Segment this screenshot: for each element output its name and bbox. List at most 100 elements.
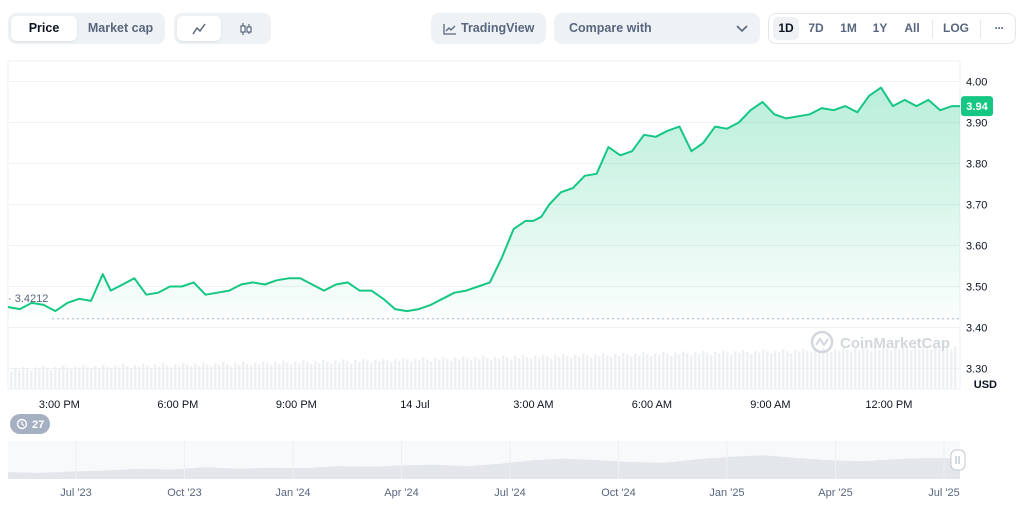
volume-bar xyxy=(302,360,305,389)
volume-bar xyxy=(618,355,621,389)
volume-bar xyxy=(338,362,341,389)
volume-bar xyxy=(734,351,737,389)
volume-bar xyxy=(354,360,357,389)
volume-bar xyxy=(698,354,701,389)
current-price-badge: 3.94 xyxy=(961,96,993,117)
volume-bar xyxy=(730,354,733,389)
volume-bar xyxy=(794,349,797,389)
y-axis: 4.00 3.90 3.80 3.70 3.60 3.50 3.40 3.30 xyxy=(966,77,987,376)
navigator-handle[interactable] xyxy=(950,449,966,471)
y-tick-label: 3.60 xyxy=(966,241,987,253)
volume-bar xyxy=(530,358,533,389)
volume-bar xyxy=(498,358,501,389)
volume-bar xyxy=(110,368,113,389)
volume-bar xyxy=(798,351,801,389)
volume-bar xyxy=(606,355,609,389)
volume-bar xyxy=(38,369,41,389)
volume-bar xyxy=(834,348,837,389)
volume-bar xyxy=(658,354,661,389)
volume-bar xyxy=(126,366,129,389)
volume-bar xyxy=(22,366,25,389)
volume-bar xyxy=(310,364,313,389)
volume-bar xyxy=(518,358,521,389)
y-tick-label: 3.80 xyxy=(966,159,987,171)
x-tick-label: 6:00 PM xyxy=(157,399,198,411)
volume-bar xyxy=(682,351,685,389)
volume-bar xyxy=(346,361,349,389)
volume-bar xyxy=(266,363,269,389)
volume-bar xyxy=(166,365,169,389)
volume-bar xyxy=(222,362,225,389)
volume-bar xyxy=(918,348,921,389)
volume-bar xyxy=(230,365,233,389)
volume-bar xyxy=(246,363,249,389)
volume-bar xyxy=(394,359,397,389)
volume-bar xyxy=(558,357,561,389)
volume-bar xyxy=(214,363,217,389)
volume-bar xyxy=(750,353,753,389)
volume-bar xyxy=(782,349,785,389)
volume-bar xyxy=(490,359,493,389)
volume-bar xyxy=(486,357,489,389)
volume-bar xyxy=(442,356,445,389)
volume-bar xyxy=(102,364,105,389)
volume-bar xyxy=(326,361,329,389)
volume-bar xyxy=(314,360,317,389)
y-tick-label: 3.90 xyxy=(966,118,987,130)
volume-bar xyxy=(334,360,337,389)
volume-bar xyxy=(342,359,345,389)
volume-bar xyxy=(398,360,401,389)
volume-bar xyxy=(158,366,161,389)
volume-bar xyxy=(174,364,177,389)
y-tick-label: 3.40 xyxy=(966,323,987,335)
volume-bar xyxy=(226,363,229,389)
volume-bar xyxy=(286,362,289,389)
volume-bar xyxy=(622,352,625,389)
volume-bar xyxy=(86,367,89,389)
volume-bar xyxy=(318,362,321,389)
volume-bar xyxy=(374,359,377,389)
volume-bar xyxy=(718,353,721,389)
volume-bar xyxy=(862,347,865,389)
volume-bar xyxy=(770,353,773,389)
volume-bar xyxy=(118,367,121,389)
volume-bar xyxy=(74,366,77,389)
x-tick-label: 14 Jul xyxy=(400,399,429,411)
watermark: CoinMarketCap xyxy=(810,330,950,354)
volume-bar xyxy=(594,354,597,389)
volume-bar xyxy=(534,355,537,389)
volume-bar xyxy=(294,361,297,389)
volume-bar xyxy=(866,349,869,389)
volume-bar xyxy=(702,350,705,389)
volume-bar xyxy=(570,358,573,389)
volume-bar xyxy=(786,351,789,389)
x-tick-label: 3:00 PM xyxy=(39,399,80,411)
volume-bar xyxy=(70,369,73,389)
volume-bar xyxy=(290,364,293,389)
history-badge[interactable]: 27 xyxy=(10,414,50,434)
volume-bar xyxy=(842,347,845,389)
volume-bar xyxy=(914,347,917,389)
navigator-tick-label: Oct '24 xyxy=(601,487,636,499)
volume-bar xyxy=(138,366,141,389)
volume-bar xyxy=(714,351,717,389)
navigator-tick-label: Apr '25 xyxy=(818,487,853,499)
volume-bar xyxy=(262,361,265,389)
volume-bar xyxy=(662,351,665,389)
volume-bar xyxy=(726,352,729,389)
volume-bar xyxy=(950,349,953,389)
volume-bar xyxy=(62,365,65,389)
volume-bar xyxy=(650,356,653,389)
y-tick-label: 3.30 xyxy=(966,364,987,376)
volume-bar xyxy=(274,361,277,389)
volume-bar xyxy=(506,357,509,389)
volume-bar xyxy=(178,366,181,389)
volume-bar xyxy=(202,362,205,389)
volume-bar xyxy=(426,359,429,389)
volume-bar xyxy=(198,365,201,389)
volume-bar xyxy=(54,366,57,389)
volume-bar xyxy=(466,358,469,389)
volume-bar xyxy=(430,361,433,389)
volume-bar xyxy=(514,356,517,389)
volume-bar xyxy=(894,347,897,389)
